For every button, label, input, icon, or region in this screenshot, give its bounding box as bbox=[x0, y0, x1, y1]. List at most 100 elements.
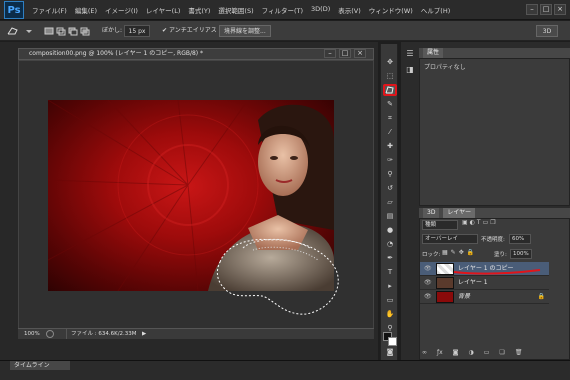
menu-image[interactable]: イメージ(I) bbox=[105, 5, 138, 15]
layer-thumbnail bbox=[436, 291, 454, 303]
intersect-selection-icon[interactable] bbox=[80, 25, 90, 37]
lock-transparent-icon[interactable]: ▦ bbox=[442, 249, 451, 256]
subtract-selection-icon[interactable] bbox=[68, 25, 78, 37]
menu-view[interactable]: 表示(V) bbox=[338, 5, 361, 15]
quick-selection-tool-icon[interactable]: ✎ bbox=[383, 98, 397, 110]
document-status-bar: 100% ファイル : 634.6K/2.33M ▶ bbox=[18, 328, 374, 339]
photoshop-logo: Ps bbox=[4, 0, 24, 19]
visibility-eye-icon[interactable]: 👁 bbox=[424, 262, 432, 276]
feather-label: ぼかし: bbox=[102, 27, 123, 34]
menu-help[interactable]: ヘルプ(H) bbox=[421, 5, 450, 15]
feather-input[interactable]: 15 px bbox=[124, 25, 150, 37]
polygonal-lasso-icon bbox=[7, 27, 32, 35]
lasso-glyph-icon bbox=[385, 86, 394, 94]
brush-tool-icon[interactable]: ✑ bbox=[383, 154, 397, 166]
move-tool-icon[interactable]: ✥ bbox=[383, 56, 397, 68]
workspace-switcher[interactable]: 3D bbox=[536, 25, 558, 37]
layer-mask-icon[interactable]: ◙ bbox=[453, 349, 459, 358]
blend-mode-select[interactable]: オーバーレイ bbox=[422, 234, 478, 244]
timeline-tab[interactable]: タイムライン bbox=[10, 361, 70, 370]
pen-tool-icon[interactable]: ✒ bbox=[383, 252, 397, 264]
marquee-tool-icon[interactable]: ⬚ bbox=[383, 70, 397, 82]
filter-smart-icon[interactable]: ❐ bbox=[490, 219, 497, 226]
quick-mask-icon[interactable]: ◙ bbox=[383, 346, 397, 358]
opacity-input[interactable]: 60% bbox=[509, 234, 531, 244]
document-tab[interactable]: composition00.png @ 100% (レイヤー 1 のコピー, R… bbox=[18, 48, 374, 60]
adjustment-layer-icon[interactable]: ◑ bbox=[469, 349, 474, 358]
polygonal-lasso-tool-icon[interactable] bbox=[383, 84, 397, 96]
type-tool-icon[interactable]: T bbox=[383, 266, 397, 278]
new-group-icon[interactable]: ▭ bbox=[484, 349, 490, 358]
fill-label: 塗り: bbox=[494, 252, 507, 258]
layer-style-icon[interactable]: ƒx bbox=[437, 349, 443, 358]
menu-items: ファイル(F) 編集(E) イメージ(I) レイヤー(L) 書式(Y) 選択範囲… bbox=[32, 5, 458, 15]
properties-panel-icon[interactable]: ◨ bbox=[404, 64, 416, 76]
3d-tab[interactable]: 3D bbox=[423, 208, 440, 218]
visibility-eye-icon[interactable]: 👁 bbox=[424, 276, 432, 290]
doc-close-button[interactable]: × bbox=[354, 49, 366, 58]
refine-edge-button[interactable]: 境界線を調整... bbox=[219, 25, 271, 37]
tools-panel: ✥ ⬚ ✎ ⌗ ⁄ ✚ ✑ ⚲ ↺ ▱ ▤ ● ◔ ✒ T ▸ ▭ ✋ ⚲ ◙ bbox=[380, 44, 398, 366]
history-panel-icon[interactable]: ☰ bbox=[404, 48, 416, 60]
healing-brush-tool-icon[interactable]: ✚ bbox=[383, 140, 397, 152]
properties-empty-text: プロパティなし bbox=[424, 64, 466, 71]
doc-maximize-button[interactable]: □ bbox=[339, 49, 351, 58]
close-button[interactable]: × bbox=[554, 4, 566, 15]
document-title: composition00.png @ 100% (レイヤー 1 のコピー, R… bbox=[29, 50, 204, 57]
file-size-info: ファイル : 634.6K/2.33M bbox=[66, 329, 146, 339]
dodge-tool-icon[interactable]: ◔ bbox=[383, 238, 397, 250]
path-selection-tool-icon[interactable]: ▸ bbox=[383, 280, 397, 292]
fill-input[interactable]: 100% bbox=[510, 249, 532, 259]
link-layers-icon[interactable]: ∞ bbox=[422, 349, 427, 358]
menu-filter[interactable]: フィルター(T) bbox=[262, 5, 303, 15]
layer-row-background[interactable]: 👁 背景 🔒 bbox=[420, 290, 549, 304]
hand-tool-icon[interactable]: ✋ bbox=[383, 308, 397, 320]
properties-tab[interactable]: 属性 bbox=[423, 48, 444, 58]
layer-filter-kind[interactable]: 種類 bbox=[422, 220, 458, 230]
background-color-swatch[interactable] bbox=[388, 337, 397, 346]
minimize-button[interactable]: – bbox=[526, 4, 538, 15]
antialias-checkbox[interactable]: ✔ アンチエイリアス bbox=[162, 25, 217, 37]
lock-all-icon[interactable]: 🔒 bbox=[467, 249, 477, 256]
filter-adjustment-icon[interactable]: ◐ bbox=[470, 219, 477, 226]
lock-position-icon[interactable]: ✥ bbox=[459, 249, 467, 256]
menu-edit[interactable]: 編集(E) bbox=[75, 5, 97, 15]
lock-image-icon[interactable]: ✎ bbox=[451, 249, 459, 256]
crop-tool-icon[interactable]: ⌗ bbox=[383, 112, 397, 124]
menu-file[interactable]: ファイル(F) bbox=[32, 5, 67, 15]
gradient-tool-icon[interactable]: ▤ bbox=[383, 210, 397, 222]
filter-pixel-icon[interactable]: ▣ bbox=[462, 219, 470, 226]
doc-minimize-button[interactable]: – bbox=[324, 49, 336, 58]
eraser-tool-icon[interactable]: ▱ bbox=[383, 196, 397, 208]
layer-name: レイヤー 1 bbox=[458, 279, 488, 286]
new-selection-icon[interactable] bbox=[44, 25, 54, 37]
new-layer-icon[interactable]: ❏ bbox=[499, 349, 504, 358]
menu-layer[interactable]: レイヤー(L) bbox=[146, 5, 181, 15]
status-info-icon[interactable] bbox=[46, 330, 54, 338]
menu-3d[interactable]: 3D(D) bbox=[311, 5, 330, 15]
window-controls: – □ × bbox=[526, 4, 566, 15]
status-menu-arrow-icon[interactable]: ▶ bbox=[142, 329, 146, 339]
delete-layer-icon[interactable]: 🗑 bbox=[515, 349, 523, 358]
layers-tab[interactable]: レイヤー bbox=[443, 208, 476, 218]
eyedropper-tool-icon[interactable]: ⁄ bbox=[383, 126, 397, 138]
timeline-bar bbox=[0, 360, 570, 380]
add-selection-icon[interactable] bbox=[56, 25, 66, 37]
checkmark-icon: ✔ bbox=[162, 27, 168, 34]
layers-header: 3D レイヤー bbox=[419, 208, 570, 218]
history-brush-tool-icon[interactable]: ↺ bbox=[383, 182, 397, 194]
layer-lock-icon: 🔒 bbox=[537, 293, 545, 300]
clone-stamp-tool-icon[interactable]: ⚲ bbox=[383, 168, 397, 180]
shape-tool-icon[interactable]: ▭ bbox=[383, 294, 397, 306]
annotation-underline bbox=[453, 269, 541, 275]
layer-filter-icons: ▣◐T▭❐ bbox=[462, 219, 522, 229]
visibility-eye-icon[interactable]: 👁 bbox=[424, 290, 432, 304]
menu-window[interactable]: ウィンドウ(W) bbox=[369, 5, 413, 15]
menu-type[interactable]: 書式(Y) bbox=[188, 5, 210, 15]
blur-tool-icon[interactable]: ● bbox=[383, 224, 397, 236]
zoom-level[interactable]: 100% bbox=[24, 329, 40, 339]
layer-row-1[interactable]: 👁 レイヤー 1 bbox=[420, 276, 549, 290]
maximize-button[interactable]: □ bbox=[540, 4, 552, 15]
menu-select[interactable]: 選択範囲(S) bbox=[218, 5, 253, 15]
lasso-preset-picker[interactable] bbox=[4, 25, 34, 37]
